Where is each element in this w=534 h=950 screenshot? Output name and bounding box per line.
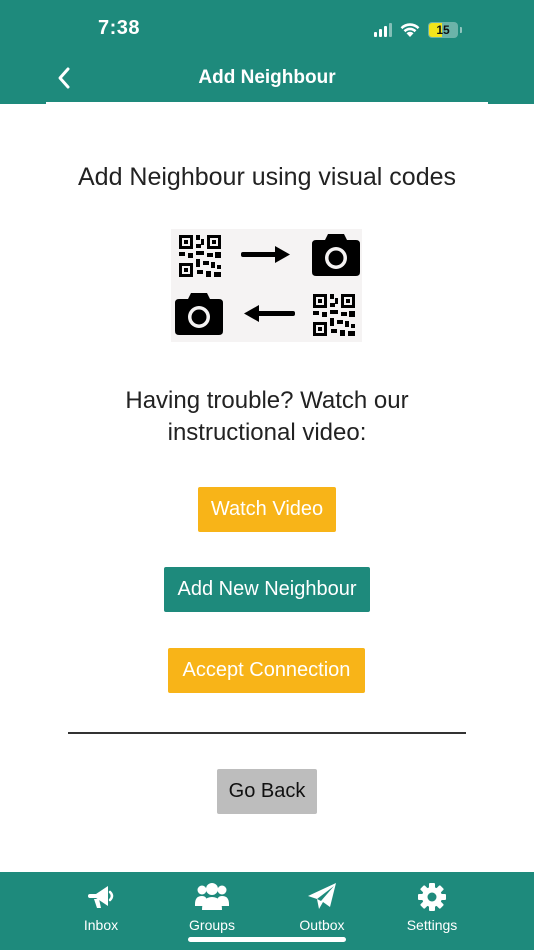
users-icon: [195, 883, 229, 910]
tab-label: Groups: [189, 917, 235, 933]
add-new-neighbour-button[interactable]: Add New Neighbour: [164, 567, 370, 612]
paper-plane-icon: [308, 883, 336, 909]
page-title: Add Neighbour: [198, 67, 336, 88]
go-back-button[interactable]: Go Back: [217, 769, 317, 814]
qr-code-icon: [179, 235, 221, 277]
help-text: Having trouble? Watch our instructional …: [0, 385, 534, 449]
tab-label: Outbox: [299, 917, 345, 933]
header-divider: [46, 102, 488, 104]
status-icons: 15: [374, 20, 462, 40]
divider: [68, 732, 466, 734]
status-time: 7:38: [98, 17, 141, 39]
tab-label: Settings: [406, 917, 458, 933]
home-indicator[interactable]: [188, 937, 346, 942]
watch-video-button[interactable]: Watch Video: [198, 487, 336, 532]
battery-icon: 15: [428, 22, 462, 38]
arrow-right-icon: [241, 246, 290, 263]
cellular-signal-icon: [374, 23, 392, 37]
tab-bar: Inbox Groups Outbox Settings: [0, 872, 534, 950]
headline: Add Neighbour using visual codes: [77, 163, 456, 191]
header-bar: 7:38 15 Add Neighbour: [0, 0, 534, 104]
tab-label: Inbox: [83, 917, 119, 933]
arrow-left-icon: [244, 305, 295, 322]
qr-exchange-illustration: [171, 229, 362, 342]
qr-code-icon: [313, 294, 355, 336]
battery-level: 15: [436, 23, 450, 37]
help-text-line1: Having trouble? Watch our: [125, 387, 409, 414]
tab-settings[interactable]: Settings: [377, 872, 487, 950]
wifi-icon: [400, 23, 420, 37]
help-text-line2: instructional video:: [167, 419, 367, 446]
camera-icon: [175, 293, 223, 335]
gear-icon: [418, 883, 446, 911]
accept-connection-button[interactable]: Accept Connection: [168, 648, 365, 693]
megaphone-icon: [88, 886, 114, 908]
tab-inbox[interactable]: Inbox: [46, 872, 156, 950]
camera-icon: [312, 234, 360, 276]
